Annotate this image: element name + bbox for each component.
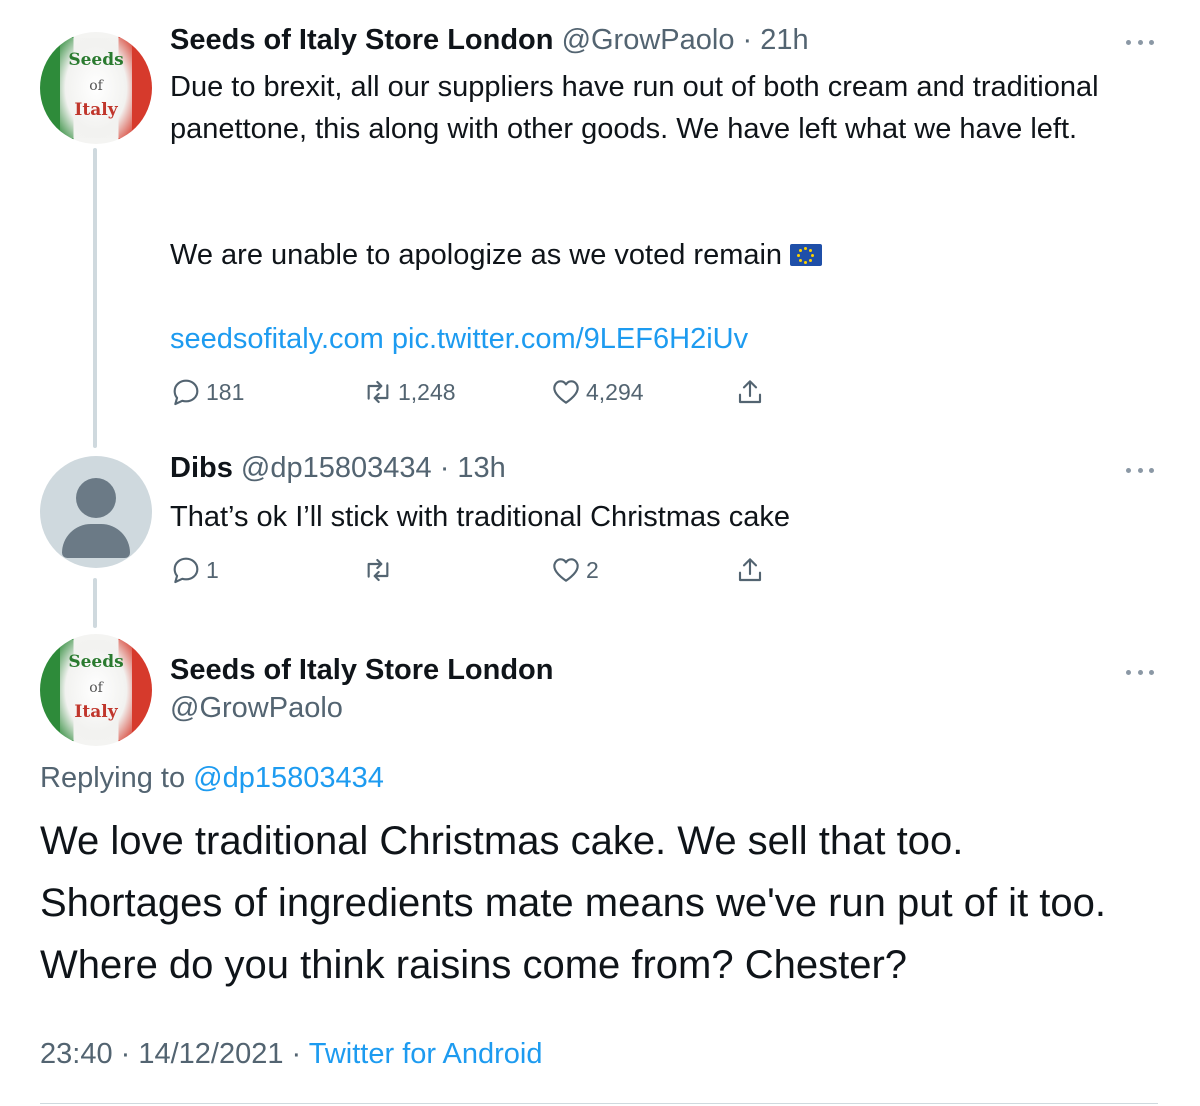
avatar-logo-text: Seeds (68, 652, 124, 672)
tweet-source-link[interactable]: Twitter for Android (309, 1038, 543, 1070)
tweet-time[interactable]: 21h (760, 24, 808, 56)
divider (40, 1103, 1158, 1104)
default-avatar-head (76, 478, 116, 518)
pic-link[interactable]: pic.twitter.com/9LEF6H2iUv (392, 323, 748, 355)
handle-line: @GrowPaolo (170, 692, 343, 725)
reply-count: 181 (206, 378, 245, 405)
like-button[interactable]: 4,294 (550, 374, 644, 410)
avatar-logo-text: of (89, 680, 103, 696)
separator-dot: · (734, 24, 761, 56)
display-name[interactable]: Seeds of Italy Store London (170, 24, 554, 56)
avatar-logo-text: Italy (74, 702, 118, 722)
tweet-line: Where do you think raisins come from? Ch… (40, 943, 908, 987)
like-count: 2 (586, 556, 599, 583)
share-icon (738, 380, 762, 404)
avatar-logo-text: Italy (74, 100, 118, 120)
more-options-icon[interactable] (1126, 36, 1154, 48)
avatar-logo-text: Seeds (68, 50, 124, 70)
tweet-time[interactable]: 13h (457, 452, 505, 484)
tweet-paragraph: We are unable to apologize as we voted r… (170, 239, 783, 271)
replying-handle-link[interactable]: @dp15803434 (193, 762, 384, 794)
tweet-paragraph: Due to brexit, all our suppliers have ru… (170, 71, 1099, 145)
share-button[interactable] (734, 374, 766, 410)
share-button[interactable] (734, 552, 766, 588)
display-name[interactable]: Seeds of Italy Store London (170, 654, 554, 686)
tweet-header: Dibs @dp15803434 · 13h (170, 452, 506, 485)
separator-dot: · (431, 452, 458, 484)
display-name[interactable]: Dibs (170, 452, 233, 484)
retweet-icon (367, 558, 389, 582)
tweet-actions: 181 1,248 4,294 (170, 374, 790, 410)
tweet-text: That’s ok I’ll stick with traditional Ch… (170, 501, 790, 533)
tweet-line: Shortages of ingredients mate means we'v… (40, 881, 1107, 925)
user-handle[interactable]: @GrowPaolo (562, 24, 735, 56)
more-options-icon[interactable] (1126, 666, 1154, 678)
share-icon (738, 558, 762, 582)
tweet-text: Due to brexit, all our suppliers have ru… (170, 66, 1170, 150)
avatar[interactable]: Seeds of Italy (40, 634, 152, 746)
reply-count: 1 (206, 556, 219, 583)
replying-to: Replying to @dp15803434 (40, 762, 384, 795)
tweet-links: seedsofitaly.com pic.twitter.com/9LEF6H2… (170, 318, 1170, 360)
user-handle[interactable]: @GrowPaolo (170, 692, 343, 724)
reply-icon (173, 557, 199, 584)
retweet-button[interactable] (362, 552, 398, 588)
reply-icon (173, 379, 199, 406)
retweet-icon (367, 380, 389, 404)
retweet-button[interactable]: 1,248 (362, 374, 456, 410)
tweet-text: We love traditional Christmas cake. We s… (40, 810, 1170, 996)
retweet-count: 1,248 (398, 378, 456, 405)
replying-label: Replying to (40, 762, 186, 794)
tweet-line: We love traditional Christmas cake. We s… (40, 819, 964, 863)
like-count: 4,294 (586, 378, 644, 405)
tweet-header: Seeds of Italy Store London (170, 654, 554, 687)
avatar[interactable] (40, 456, 152, 568)
reply-button[interactable]: 181 (170, 374, 244, 410)
website-link[interactable]: seedsofitaly.com (170, 323, 384, 355)
avatar-logo-text: of (89, 78, 103, 94)
reply-button[interactable]: 1 (170, 552, 219, 588)
eu-flag-icon (790, 244, 823, 266)
user-handle[interactable]: @dp15803434 (241, 452, 432, 484)
like-button[interactable]: 2 (550, 552, 599, 588)
heart-icon (553, 558, 579, 582)
heart-icon (553, 380, 579, 404)
tweet-text-second: We are unable to apologize as we voted r… (170, 234, 1170, 276)
tweet-actions: 1 2 (170, 552, 790, 588)
more-options-icon[interactable] (1126, 464, 1154, 476)
avatar[interactable]: Seeds of Italy (40, 32, 152, 144)
tweet-timestamp[interactable]: 23:40 · 14/12/2021 · (40, 1038, 301, 1070)
thread-connector-2 (93, 578, 97, 628)
tweet-header: Seeds of Italy Store London @GrowPaolo ·… (170, 24, 809, 57)
thread-connector-1 (93, 148, 97, 448)
default-avatar-body (62, 524, 130, 558)
tweet-metadata: 23:40 · 14/12/2021 · Twitter for Android (40, 1038, 542, 1071)
